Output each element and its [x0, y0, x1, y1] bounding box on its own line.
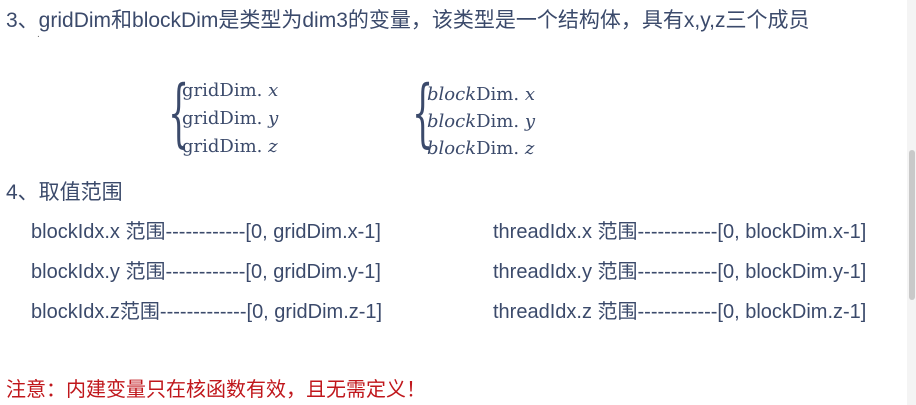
- griddim-x-component: x: [268, 80, 279, 101]
- blockdim-z: blockDim. z: [427, 138, 534, 159]
- griddim-y-name: gridDim.: [182, 108, 263, 129]
- griddim-z: gridDim. z: [182, 136, 278, 157]
- dot-mark: .: [37, 29, 40, 40]
- threadidx-y-range: threadIdx.y 范围------------[0, blockDim.y…: [493, 261, 867, 283]
- griddim-y-component: y: [268, 108, 279, 129]
- griddim-x-name: gridDim.: [182, 80, 263, 101]
- blockdim-z-component: z: [524, 138, 535, 159]
- griddim-z-component: z: [268, 136, 278, 157]
- griddim-z-name: gridDim.: [182, 136, 263, 157]
- blockdim-x-component: x: [524, 84, 535, 105]
- blockdim-x-name: Dim.: [476, 84, 520, 105]
- blockidx-z-range: blockIdx.z范围-------------[0, gridDim.z-1…: [31, 301, 383, 323]
- threadidx-x-range: threadIdx.x 范围------------[0, blockDim.x…: [493, 221, 867, 243]
- section-3-heading: 3、gridDim和blockDim是类型为dim3的变量，该类型是一个结构体，…: [6, 9, 810, 32]
- warning-note: 注意：内建变量只在核函数有效，且无需定义！: [6, 379, 426, 401]
- vertical-scrollbar[interactable]: [907, 0, 916, 405]
- blockidx-x-range: blockIdx.x 范围------------[0, gridDim.x-1…: [31, 221, 381, 243]
- blockdim-y-prefix: block: [427, 111, 477, 132]
- section-4-heading: 4、取值范围: [6, 181, 123, 204]
- blockidx-y-range: blockIdx.y 范围------------[0, gridDim.y-1…: [31, 261, 381, 283]
- blockdim-y-name: Dim.: [476, 111, 520, 132]
- griddim-x: gridDim. x: [182, 80, 278, 101]
- blockdim-x-prefix: block: [427, 84, 477, 105]
- blockdim-y: blockDim. y: [427, 111, 535, 132]
- blockdim-z-name: Dim.: [476, 138, 520, 159]
- blockdim-y-component: y: [524, 111, 535, 132]
- griddim-y: gridDim. y: [182, 108, 278, 129]
- blockdim-x: blockDim. x: [427, 84, 535, 105]
- threadidx-z-range: threadIdx.z 范围------------[0, blockDim.z…: [493, 301, 867, 323]
- scrollbar-thumb[interactable]: [909, 150, 915, 300]
- blockdim-z-prefix: block: [427, 138, 477, 159]
